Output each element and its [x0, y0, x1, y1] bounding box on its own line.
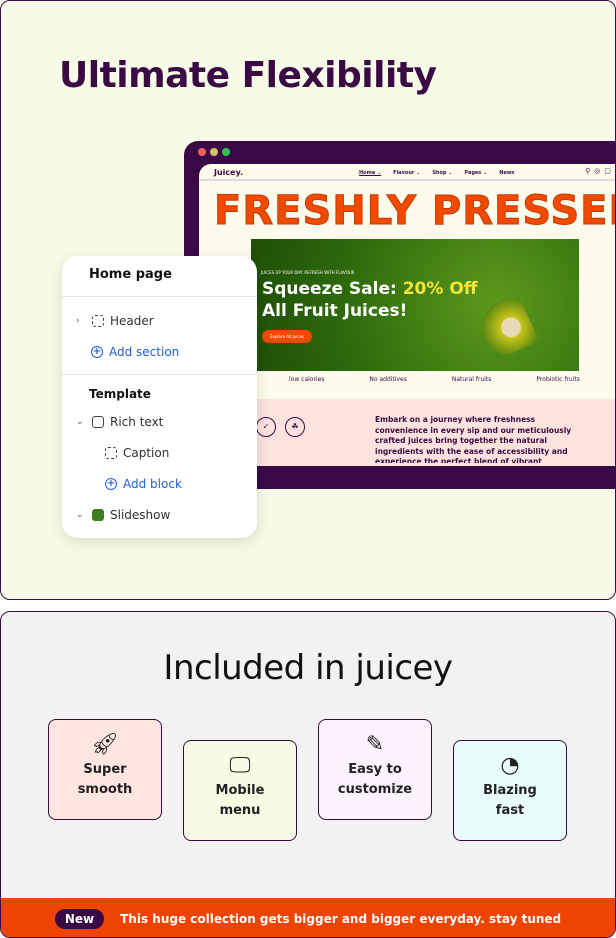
- chevron-down-icon: ⌄: [76, 510, 84, 520]
- rich-text-label: Rich text: [110, 415, 164, 429]
- header-label: Header: [110, 314, 154, 328]
- devices-icon: 🖵︎: [229, 753, 251, 778]
- caption-icon: [105, 447, 117, 459]
- included-section: Included in juicey 🚀︎ Super smooth 🖵︎ Mobi…: [0, 611, 616, 938]
- feature-card-fast: ◔ Blazing fast: [453, 740, 567, 841]
- new-badge: New: [54, 908, 105, 929]
- nav-pages[interactable]: Pages ⌄: [464, 170, 487, 176]
- panel-title: Home page: [89, 267, 172, 282]
- vegan-badge-icon: ✓: [256, 417, 276, 437]
- add-section-button[interactable]: + Add section: [91, 345, 179, 359]
- slideshow-icon: [92, 509, 104, 521]
- section-rich-text[interactable]: ⌄ Rich text: [76, 415, 163, 429]
- card-label: Super smooth: [77, 762, 133, 797]
- strip-item: Probiotic fruits: [536, 376, 580, 383]
- announcement-bar: New This huge collection gets bigger and…: [1, 898, 615, 937]
- feature-card-mobile: 🖵︎ Mobile menu: [183, 740, 297, 841]
- section-title: Ultimate Flexibility: [59, 55, 437, 96]
- sale-banner: JUICES UP YOUR DAY: REFRESH WITH FLAVOUR…: [251, 239, 579, 371]
- banner-line2: All Fruit Juices!: [262, 301, 408, 321]
- add-section-label: Add section: [109, 345, 180, 359]
- speedometer-icon: ◔: [500, 753, 520, 778]
- natural-badge-icon: ☘: [285, 417, 305, 437]
- nav-home[interactable]: Home ⌄: [359, 170, 381, 176]
- strip-item: low calories: [289, 376, 325, 383]
- nav-news[interactable]: News: [499, 170, 514, 176]
- feature-card-smooth: 🚀︎ Super smooth: [48, 719, 162, 820]
- plus-circle-icon: +: [105, 478, 117, 490]
- card-label: Mobile menu: [215, 783, 265, 818]
- caption-label: Caption: [123, 446, 170, 460]
- explore-button[interactable]: Explore All Juices: [262, 330, 313, 343]
- close-dot-icon: [198, 148, 206, 156]
- announcement-text: This huge collection gets bigger and big…: [120, 911, 562, 926]
- cart-icon[interactable]: ▢: [604, 167, 611, 175]
- template-heading: Template: [89, 387, 151, 401]
- store-preview: Juicey. Home ⌄ Flavour ⌄ Shop ⌄ Pages ⌄ …: [199, 164, 616, 466]
- banner-heading: Squeeze Sale: 20% Off All Fruit Juices!: [262, 278, 478, 322]
- section-slideshow[interactable]: ⌄ Slideshow: [76, 508, 170, 522]
- feature-card-customize: ✎ Easy to customize: [318, 719, 432, 820]
- user-icon[interactable]: ◎: [594, 167, 600, 175]
- ruler-pencil-icon: ✎: [365, 732, 385, 757]
- add-block-label: Add block: [123, 477, 182, 491]
- hero-headline: FRESHLY PRESSED: [214, 188, 616, 235]
- add-block-button[interactable]: + Add block: [105, 477, 182, 491]
- store-nav: Juicey. Home ⌄ Flavour ⌄ Shop ⌄ Pages ⌄ …: [199, 164, 615, 181]
- features-strip: low calories No additives Natural fruits…: [199, 376, 615, 399]
- maximize-dot-icon: [222, 148, 230, 156]
- plus-circle-icon: +: [91, 346, 103, 358]
- about-section: ✓ ☘ Embark on a journey where freshness …: [199, 399, 615, 466]
- about-text: Embark on a journey where freshness conv…: [375, 415, 572, 463]
- block-caption[interactable]: Caption: [105, 446, 169, 460]
- banner-discount: 20% Off: [402, 279, 478, 299]
- banner-line1: Squeeze Sale:: [262, 279, 403, 299]
- section-header[interactable]: › Header: [76, 314, 154, 328]
- slideshow-label: Slideshow: [110, 508, 171, 522]
- rich-text-icon: [92, 416, 104, 428]
- theme-editor-panel: Home page › Header + Add section Template …: [62, 256, 257, 538]
- search-icon[interactable]: ⚲: [585, 167, 590, 175]
- chevron-right-icon: ›: [76, 316, 80, 326]
- rocket-icon: 🚀︎: [91, 732, 119, 757]
- avocado-image: [468, 286, 540, 362]
- chevron-down-icon: ⌄: [76, 417, 84, 427]
- header-icon: [92, 315, 104, 327]
- card-label: Easy to customize: [337, 762, 413, 797]
- minimize-dot-icon: [210, 148, 218, 156]
- nav-shop[interactable]: Shop ⌄: [432, 170, 452, 176]
- strip-item: No additives: [369, 376, 407, 383]
- included-title: Included in juicey: [163, 648, 453, 688]
- banner-eyebrow: JUICES UP YOUR DAY: REFRESH WITH FLAVOUR: [261, 270, 355, 275]
- store-logo: Juicey.: [214, 168, 244, 177]
- nav-flavour[interactable]: Flavour ⌄: [393, 170, 420, 176]
- card-label: Blazing fast: [483, 783, 537, 818]
- flexibility-section: Ultimate Flexibility Juicey. Home ⌄ Flav…: [0, 0, 616, 600]
- strip-item: Natural fruits: [451, 376, 492, 383]
